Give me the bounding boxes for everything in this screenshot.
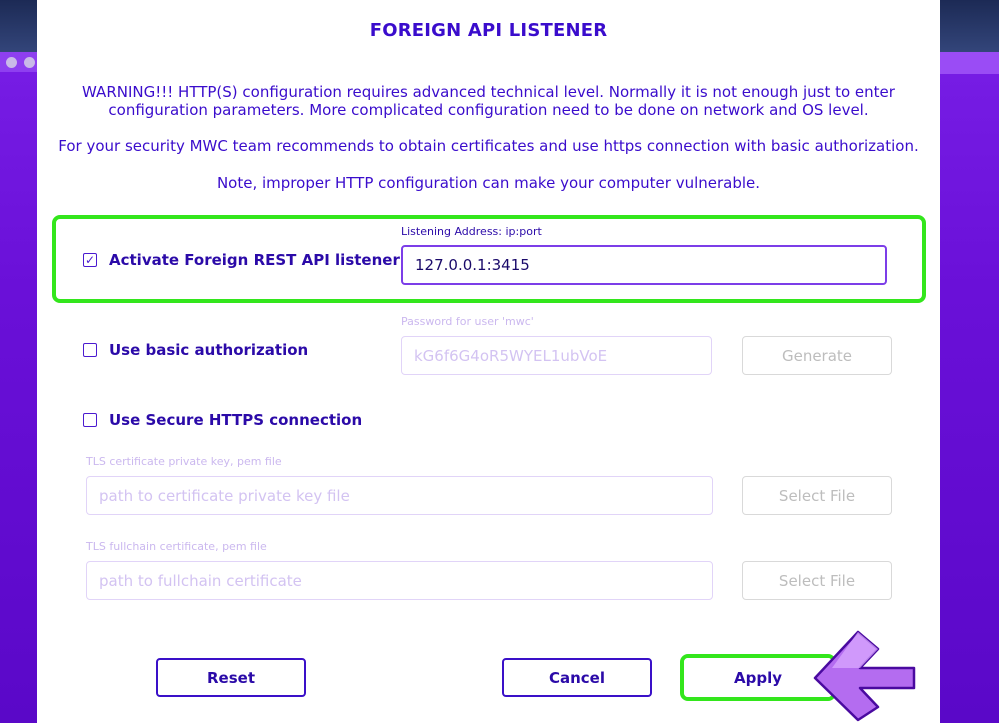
security-note: For your security MWC team recommends to… xyxy=(58,137,919,155)
tls-key-input[interactable]: path to certificate private key file xyxy=(86,476,713,515)
listening-address-label: Listening Address: ip:port xyxy=(401,225,542,238)
tls-chain-select-file-button[interactable]: Select File xyxy=(742,561,892,600)
warning-line-2: configuration parameters. More complicat… xyxy=(108,101,869,119)
window-close-icon[interactable] xyxy=(6,57,17,68)
password-label: Password for user 'mwc' xyxy=(401,315,534,328)
activate-listener-checkbox[interactable]: ✓ xyxy=(83,253,97,267)
background-right-bar xyxy=(939,52,999,74)
password-input[interactable]: kG6f6G4oR5WYEL1ubVoE xyxy=(401,336,712,375)
tls-chain-input[interactable]: path to fullchain certificate xyxy=(86,561,713,600)
basic-auth-checkbox[interactable] xyxy=(83,343,97,357)
https-label: Use Secure HTTPS connection xyxy=(109,411,363,429)
cancel-button[interactable]: Cancel xyxy=(502,658,652,697)
https-checkbox[interactable] xyxy=(83,413,97,427)
apply-button[interactable]: Apply xyxy=(684,658,832,697)
listening-address-input[interactable]: 127.0.0.1:3415 xyxy=(401,245,887,285)
tls-chain-label: TLS fullchain certificate, pem file xyxy=(86,540,267,553)
activate-listener-label: Activate Foreign REST API listener xyxy=(109,251,400,269)
warning-line-1: WARNING!!! HTTP(S) configuration require… xyxy=(82,83,895,101)
reset-button[interactable]: Reset xyxy=(156,658,306,697)
window-minimize-icon[interactable] xyxy=(24,57,35,68)
vulnerable-note: Note, improper HTTP configuration can ma… xyxy=(216,174,761,192)
dialog-title: FOREIGN API LISTENER xyxy=(369,20,608,41)
tls-key-select-file-button[interactable]: Select File xyxy=(742,476,892,515)
generate-button[interactable]: Generate xyxy=(742,336,892,375)
tls-key-label: TLS certificate private key, pem file xyxy=(86,455,282,468)
pointer-arrow-icon xyxy=(813,630,916,722)
basic-auth-label: Use basic authorization xyxy=(109,341,309,359)
foreign-api-listener-dialog: FOREIGN API LISTENER WARNING!!! HTTP(S) … xyxy=(37,0,940,723)
